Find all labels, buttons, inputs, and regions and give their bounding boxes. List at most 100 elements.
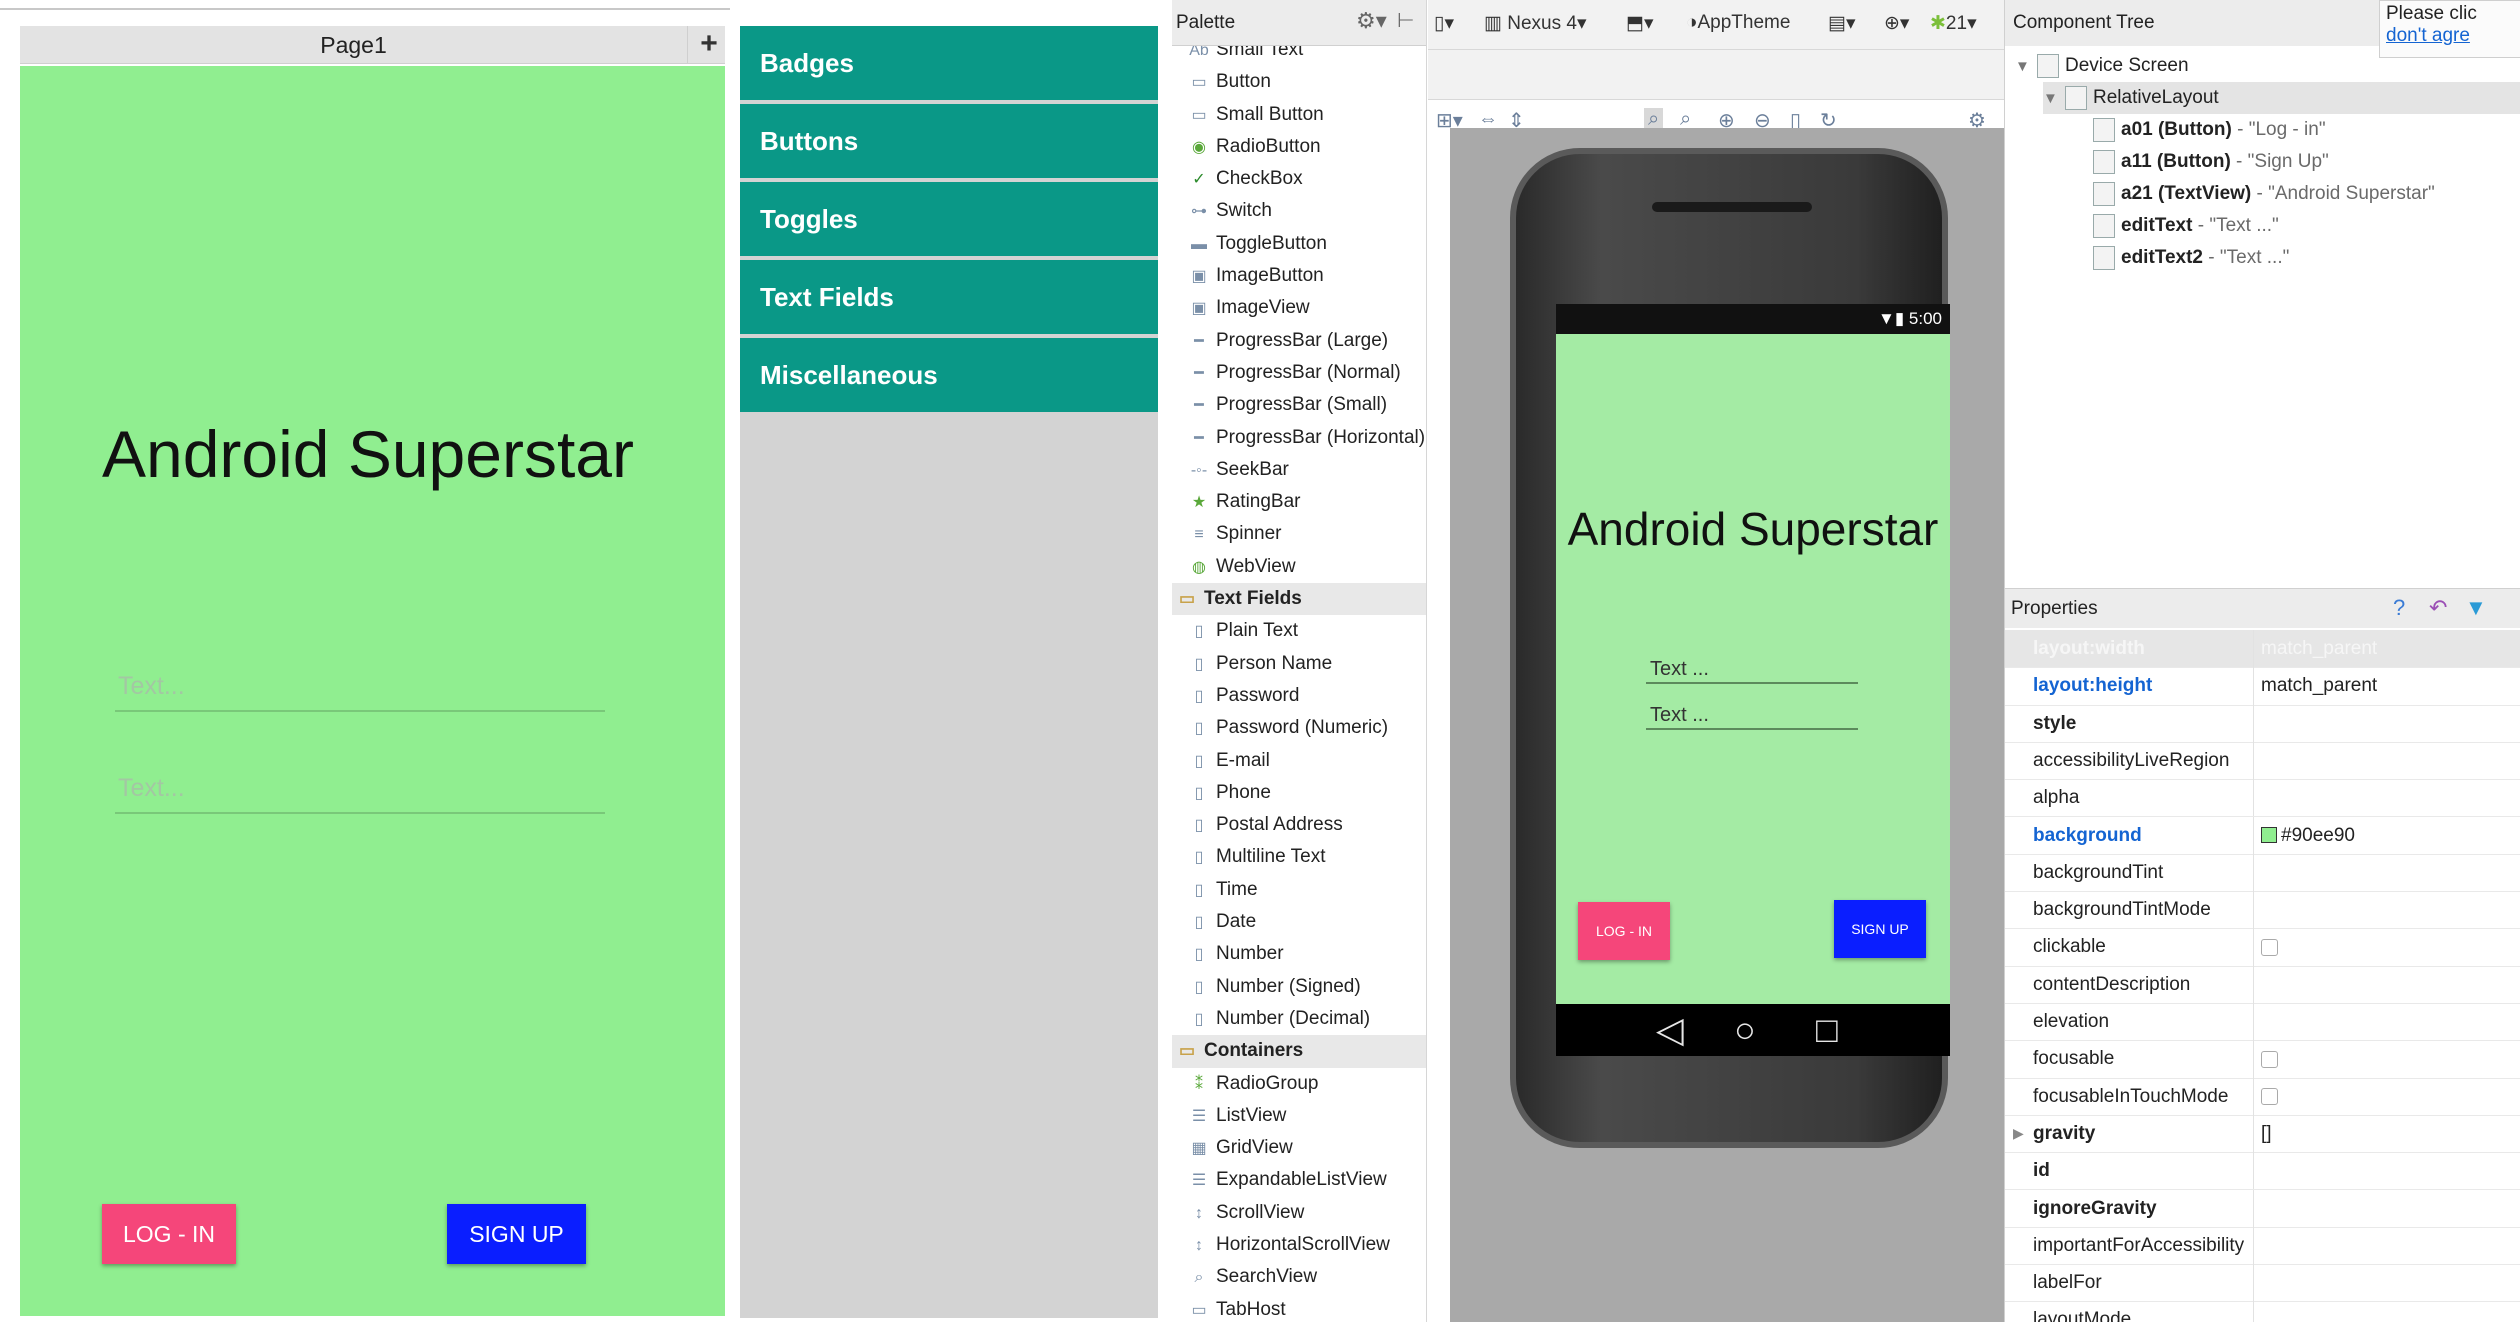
palette-item[interactable]: ▭ Button — [1172, 66, 1426, 98]
palette-section[interactable]: ▭ Text Fields — [1172, 583, 1426, 616]
palette-item[interactable]: ✓ CheckBox — [1172, 163, 1426, 195]
property-row[interactable]: layout:width match_parent — [2005, 630, 2520, 669]
gear-icon[interactable]: ⚙▾ — [1356, 8, 1387, 34]
expand-icon[interactable]: ▼ — [2015, 51, 2037, 83]
palette-item[interactable]: ━ ProgressBar (Small) — [1172, 389, 1426, 421]
palette-item[interactable]: ━ ProgressBar (Large) — [1172, 325, 1426, 357]
property-row[interactable]: id — [2005, 1152, 2520, 1191]
locale-icon[interactable]: ⊕▾ — [1884, 12, 1909, 35]
back-icon[interactable]: ◁ — [1656, 1008, 1684, 1052]
category-toggles[interactable]: Toggles — [740, 182, 1158, 256]
tree-node[interactable]: editText2 - "Text ..." — [2071, 242, 2289, 274]
tree-node[interactable]: editText - "Text ..." — [2071, 210, 2279, 242]
palette-item[interactable]: ★ RatingBar — [1172, 486, 1426, 518]
palette-item[interactable]: ▯ Phone — [1172, 777, 1426, 809]
text-field-2[interactable]: Text... — [115, 762, 605, 814]
property-row[interactable]: focusable — [2005, 1040, 2520, 1079]
category-text-fields[interactable]: Text Fields — [740, 260, 1158, 334]
palette-item[interactable]: ↕ HorizontalScrollView — [1172, 1229, 1426, 1261]
property-value[interactable]: #90ee90 — [2261, 817, 2355, 854]
palette-item[interactable]: ☰ ListView — [1172, 1100, 1426, 1132]
property-row[interactable]: layoutMode — [2005, 1301, 2520, 1322]
palette-item[interactable]: ▯ Number (Signed) — [1172, 971, 1426, 1003]
layout-file-icon[interactable]: ▯▾ — [1434, 12, 1454, 35]
expand-icon[interactable]: ▼ — [2043, 83, 2065, 115]
palette-item[interactable]: ≡ Spinner — [1172, 518, 1426, 550]
palette-item[interactable]: ▯ Date — [1172, 906, 1426, 938]
preview-text-field-2[interactable]: Text ... — [1646, 700, 1858, 730]
help-icon[interactable]: ? — [2393, 595, 2405, 621]
palette-item[interactable]: ▯ Password (Numeric) — [1172, 712, 1426, 744]
property-row[interactable]: layout:height match_parent — [2005, 667, 2520, 706]
theme-selector[interactable]: ◑AppTheme — [1686, 12, 1790, 34]
palette-item[interactable]: -◦- SeekBar — [1172, 454, 1426, 486]
palette-item[interactable]: ▯ Multiline Text — [1172, 841, 1426, 873]
undo-icon[interactable]: ↶ — [2429, 595, 2447, 621]
palette-item[interactable]: ↕ ScrollView — [1172, 1197, 1426, 1229]
filter-icon[interactable]: ▼ — [2465, 595, 2487, 621]
tree-node[interactable]: ▼ Device Screen — [2015, 50, 2189, 82]
tab-page1[interactable]: Page1 — [20, 26, 688, 64]
signup-button[interactable]: SIGN UP — [447, 1204, 586, 1264]
category-badges[interactable]: Badges — [740, 26, 1158, 100]
palette-section[interactable]: ▭ Containers — [1172, 1035, 1426, 1068]
property-row[interactable]: importantForAccessibility — [2005, 1226, 2520, 1266]
property-row[interactable]: contentDescription — [2005, 965, 2520, 1004]
palette-item[interactable]: ━ ProgressBar (Horizontal) — [1172, 422, 1426, 454]
property-row[interactable]: accessibilityLiveRegion — [2005, 741, 2520, 781]
palette-item[interactable]: ▯ Time — [1172, 874, 1426, 906]
property-value[interactable] — [2261, 1078, 2278, 1115]
preview-title[interactable]: Android Superstar — [1556, 502, 1950, 556]
palette-item[interactable]: ▯ E-mail — [1172, 745, 1426, 777]
palette-item[interactable]: ▣ ImageView — [1172, 292, 1426, 324]
palette-item[interactable]: ⁑ RadioGroup — [1172, 1068, 1426, 1100]
recents-icon[interactable]: □ — [1816, 1008, 1838, 1052]
preview-layout[interactable]: Android Superstar Text ... Text ... LOG … — [1556, 334, 1950, 1004]
palette-item[interactable]: ▭ TabHost — [1172, 1294, 1426, 1322]
property-value[interactable]: match_parent — [2261, 667, 2377, 704]
home-icon[interactable]: ○ — [1734, 1008, 1756, 1052]
property-row[interactable]: background #90ee90 — [2005, 816, 2520, 855]
property-value[interactable] — [2261, 1040, 2278, 1077]
palette-item[interactable]: ▯ Person Name — [1172, 648, 1426, 680]
property-row[interactable]: labelFor — [2005, 1264, 2520, 1303]
device-selector[interactable]: ▥ Nexus 4▾ — [1484, 12, 1586, 35]
palette-item[interactable]: ▦ GridView — [1172, 1132, 1426, 1164]
property-row[interactable]: elevation — [2005, 1003, 2520, 1042]
tree-node[interactable]: a11 (Button) - "Sign Up" — [2071, 146, 2329, 178]
property-row[interactable]: ignoreGravity — [2005, 1189, 2520, 1228]
activity-icon[interactable]: ▤▾ — [1828, 12, 1856, 35]
property-row[interactable]: backgroundTintMode — [2005, 891, 2520, 930]
palette-item[interactable]: ◉ RadioButton — [1172, 131, 1426, 163]
property-value[interactable] — [2261, 928, 2278, 965]
page-title[interactable]: Android Superstar — [102, 416, 634, 492]
palette-item[interactable]: ⌕ SearchView — [1172, 1261, 1426, 1293]
orientation-icon[interactable]: ⬒▾ — [1626, 12, 1654, 35]
checkbox[interactable] — [2261, 1088, 2278, 1106]
palette-item[interactable]: ▯ Number — [1172, 938, 1426, 970]
preview-text-field-1[interactable]: Text ... — [1646, 654, 1858, 684]
property-value[interactable]: match_parent — [2261, 630, 2377, 667]
property-value[interactable]: [] — [2261, 1115, 2272, 1152]
checkbox[interactable] — [2261, 1050, 2278, 1068]
tree-node[interactable]: a01 (Button) - "Log - in" — [2071, 114, 2326, 146]
login-button[interactable]: LOG - IN — [102, 1204, 236, 1264]
add-page-button[interactable]: + — [694, 26, 724, 64]
palette-item[interactable]: ▬ ToggleButton — [1172, 228, 1426, 260]
property-row[interactable]: clickable — [2005, 928, 2520, 967]
property-row[interactable]: focusableInTouchMode — [2005, 1077, 2520, 1116]
palette-item[interactable]: ▯ Password — [1172, 680, 1426, 712]
color-swatch[interactable] — [2261, 827, 2277, 844]
property-row[interactable]: backgroundTint — [2005, 853, 2520, 893]
palette-item[interactable]: ▯ Plain Text — [1172, 615, 1426, 647]
expand-icon[interactable]: ▶ — [2013, 1115, 2024, 1152]
pin-icon[interactable]: ⊢ — [1397, 8, 1414, 33]
palette-item[interactable]: ⊶ Switch — [1172, 195, 1426, 227]
property-row[interactable]: ▶ gravity [] — [2005, 1114, 2520, 1154]
api-selector[interactable]: ✱21▾ — [1930, 12, 1977, 35]
palette-item[interactable]: ▣ ImageButton — [1172, 260, 1426, 292]
palette-item[interactable]: ━ ProgressBar (Normal) — [1172, 357, 1426, 389]
preview-login-button[interactable]: LOG - IN — [1578, 902, 1670, 960]
property-row[interactable]: style — [2005, 704, 2520, 743]
category-buttons[interactable]: Buttons — [740, 104, 1158, 178]
